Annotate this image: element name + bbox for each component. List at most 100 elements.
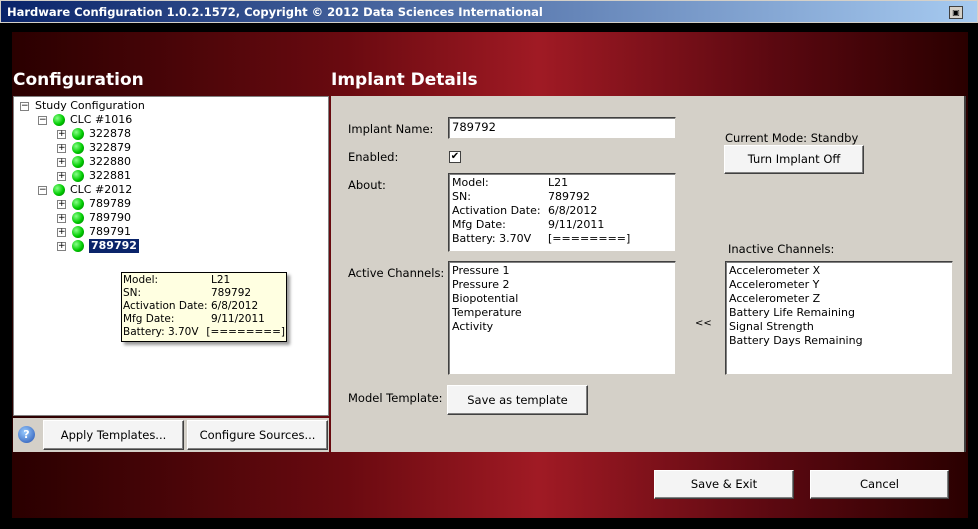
tree-node-label: 789790 bbox=[89, 211, 131, 224]
collapse-icon[interactable]: − bbox=[38, 115, 47, 125]
configuration-tree[interactable]: − Study Configuration − CLC #1016 +322878 +32… bbox=[13, 96, 329, 416]
channel-item[interactable]: Biopotential bbox=[452, 292, 672, 306]
tooltip-row: Battery: 3.70V [========] bbox=[123, 326, 285, 339]
title-bar: Hardware Configuration 1.0.2.1572, Copyr… bbox=[0, 0, 978, 23]
channel-item[interactable]: Battery Days Remaining bbox=[729, 334, 949, 348]
expand-icon[interactable]: + bbox=[57, 129, 66, 139]
tree-node[interactable]: +789791 bbox=[57, 225, 131, 239]
tree-node[interactable]: − CLC #1016 bbox=[38, 113, 132, 127]
turn-implant-off-button[interactable]: Turn Implant Off bbox=[724, 145, 864, 174]
about-box: Model: L21 SN: 789792 Activation Date: 6/8/20… bbox=[448, 173, 676, 252]
channel-item[interactable]: Accelerometer Z bbox=[729, 292, 949, 306]
tree-node[interactable]: +322878 bbox=[57, 127, 131, 141]
enabled-label: Enabled: bbox=[348, 150, 399, 164]
expand-icon[interactable]: + bbox=[57, 227, 66, 237]
status-green-icon bbox=[72, 170, 84, 182]
tooltip-row-key: Activation Date: bbox=[123, 300, 208, 312]
about-row-key: Battery: 3.70V bbox=[452, 232, 532, 245]
tooltip-row-key: Model: bbox=[123, 274, 159, 286]
about-row: Battery: 3.70V [========] bbox=[452, 232, 672, 246]
save-exit-button[interactable]: Save & Exit bbox=[654, 470, 794, 499]
expand-icon[interactable]: + bbox=[57, 241, 66, 251]
save-as-template-button[interactable]: Save as template bbox=[447, 385, 588, 415]
tree-node-label: 789789 bbox=[89, 197, 131, 210]
status-green-icon bbox=[72, 142, 84, 154]
tooltip-row-key: Battery: 3.70V bbox=[123, 326, 199, 338]
channel-item[interactable]: Accelerometer Y bbox=[729, 278, 949, 292]
channel-item[interactable]: Activity bbox=[452, 320, 672, 334]
about-row-value: 6/8/2012 bbox=[548, 204, 598, 217]
status-green-icon bbox=[53, 114, 65, 126]
status-green-icon bbox=[72, 128, 84, 140]
about-label: About: bbox=[348, 178, 386, 192]
implant-name-label: Implant Name: bbox=[348, 122, 434, 136]
implant-name-input[interactable]: 789792 bbox=[448, 117, 676, 139]
channel-item[interactable]: Pressure 1 bbox=[452, 264, 672, 278]
collapse-icon[interactable]: − bbox=[20, 101, 29, 111]
inactive-channels-list[interactable]: Accelerometer X Accelerometer Y Accelerome… bbox=[725, 261, 953, 375]
about-row-value: 789792 bbox=[548, 190, 590, 203]
expand-icon[interactable]: + bbox=[57, 213, 66, 223]
tooltip-row-value: 789792 bbox=[211, 287, 252, 299]
tooltip-row-value: [========] bbox=[206, 326, 285, 338]
implant-tooltip: Model: L21 SN: 789792 Activation Date: 6/8/20… bbox=[121, 272, 287, 342]
collapse-icon[interactable]: − bbox=[38, 185, 47, 195]
inactive-channels-label: Inactive Channels: bbox=[728, 242, 835, 256]
tree-node[interactable]: − CLC #2012 bbox=[38, 183, 132, 197]
about-row: Model: L21 bbox=[452, 176, 672, 190]
about-row-value: 9/11/2011 bbox=[548, 218, 605, 231]
tooltip-row-value: 9/11/2011 bbox=[211, 313, 265, 325]
about-row: Mfg Date: 9/11/2011 bbox=[452, 218, 672, 232]
expand-icon[interactable]: + bbox=[57, 199, 66, 209]
about-row-value: [========] bbox=[548, 232, 631, 245]
configure-sources-button[interactable]: Configure Sources... bbox=[187, 420, 328, 450]
active-channels-list[interactable]: Pressure 1 Pressure 2 Biopotential Temperat… bbox=[448, 261, 676, 375]
about-row-key: Mfg Date: bbox=[452, 218, 506, 231]
tree-node-label: CLC #2012 bbox=[70, 183, 133, 196]
tree-node[interactable]: +789790 bbox=[57, 211, 131, 225]
expand-icon[interactable]: + bbox=[57, 171, 66, 181]
window-title: Hardware Configuration 1.0.2.1572, Copyr… bbox=[7, 5, 543, 19]
apply-templates-button[interactable]: Apply Templates... bbox=[43, 420, 184, 450]
enabled-checkbox[interactable]: ✔ bbox=[449, 151, 461, 163]
tooltip-row: Mfg Date: 9/11/2011 bbox=[123, 313, 285, 326]
channel-item[interactable]: Signal Strength bbox=[729, 320, 949, 334]
channel-item[interactable]: Temperature bbox=[452, 306, 672, 320]
tree-node-label: 789791 bbox=[89, 225, 131, 238]
cancel-button[interactable]: Cancel bbox=[810, 470, 949, 499]
tooltip-row-value: 6/8/2012 bbox=[211, 300, 259, 312]
about-row: SN: 789792 bbox=[452, 190, 672, 204]
status-green-icon bbox=[72, 226, 84, 238]
tooltip-row-key: Mfg Date: bbox=[123, 313, 175, 325]
about-row: Activation Date: 6/8/2012 bbox=[452, 204, 672, 218]
tooltip-row: SN: 789792 bbox=[123, 287, 285, 300]
tree-node[interactable]: +789789 bbox=[57, 197, 131, 211]
tree-node[interactable]: +789792 bbox=[57, 239, 139, 253]
tree-node[interactable]: +322879 bbox=[57, 141, 131, 155]
tooltip-row-value: L21 bbox=[211, 274, 231, 286]
tooltip-row-key: SN: bbox=[123, 287, 142, 299]
channel-item[interactable]: Accelerometer X bbox=[729, 264, 949, 278]
channel-item[interactable]: Pressure 2 bbox=[452, 278, 672, 292]
help-icon[interactable]: ? bbox=[18, 426, 35, 443]
status-green-icon bbox=[72, 156, 84, 168]
tree-node-label: 322878 bbox=[89, 127, 131, 140]
tree-node-label: 322881 bbox=[89, 169, 131, 182]
restore-button[interactable]: ▣ bbox=[949, 6, 963, 19]
move-to-active-button[interactable]: << bbox=[695, 318, 712, 329]
tree-node-label: 322879 bbox=[89, 141, 131, 154]
implant-details-heading: Implant Details bbox=[331, 70, 478, 90]
tree-node-label: CLC #1016 bbox=[70, 113, 133, 126]
expand-icon[interactable]: + bbox=[57, 143, 66, 153]
tree-node[interactable]: +322880 bbox=[57, 155, 131, 169]
tree-node[interactable]: +322881 bbox=[57, 169, 131, 183]
status-green-icon bbox=[53, 184, 65, 196]
about-row-key: Model: bbox=[452, 176, 489, 189]
left-toolbar: ? Apply Templates... Configure Sources..… bbox=[13, 418, 329, 452]
expand-icon[interactable]: + bbox=[57, 157, 66, 167]
tree-node[interactable]: − Study Configuration bbox=[20, 99, 145, 113]
status-green-icon bbox=[72, 240, 84, 252]
model-template-label: Model Template: bbox=[348, 391, 443, 405]
channel-item[interactable]: Battery Life Remaining bbox=[729, 306, 949, 320]
configuration-heading: Configuration bbox=[13, 70, 144, 90]
